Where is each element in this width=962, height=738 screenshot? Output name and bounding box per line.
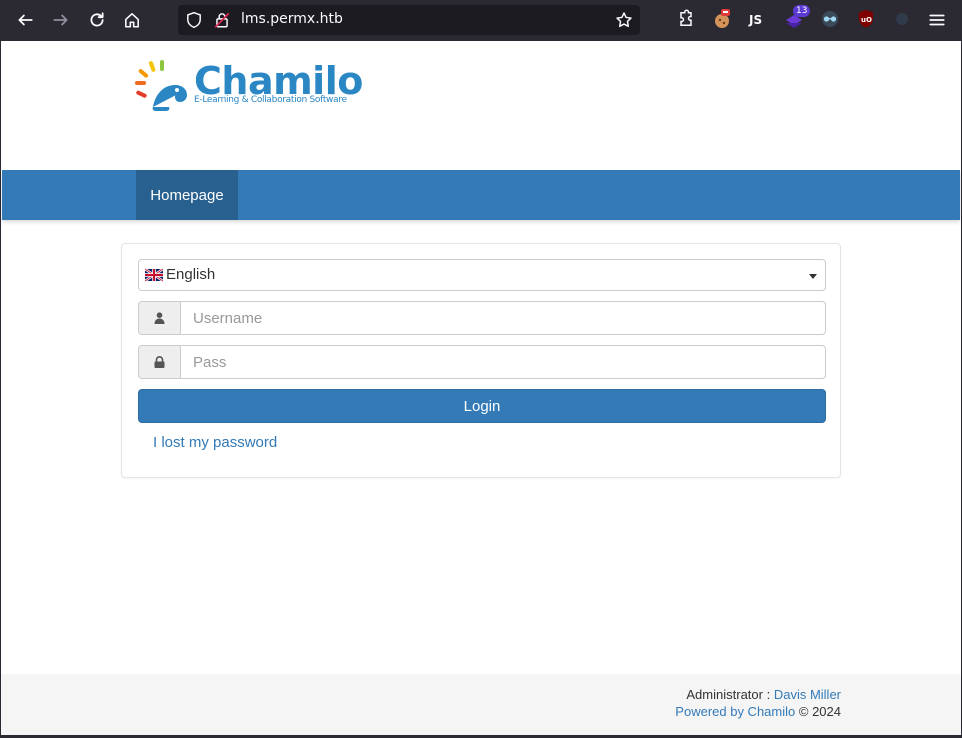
lock-icon (138, 345, 181, 379)
user-icon (138, 301, 181, 335)
url-text[interactable]: lms.permx.htb (241, 11, 343, 27)
bookmark-star-icon[interactable] (615, 11, 633, 29)
extensions-icon[interactable] (676, 9, 696, 29)
forward-icon[interactable] (49, 8, 73, 32)
admin-name-link[interactable]: Davis Miller (774, 687, 841, 702)
svg-text:JS: JS (748, 13, 762, 27)
url-bar[interactable]: lms.permx.htb (178, 5, 640, 35)
lost-password-link[interactable]: I lost my password (153, 434, 277, 451)
nav-homepage[interactable]: Homepage (136, 170, 238, 220)
footer-powered-line: Powered by Chamilo © 2024 (675, 704, 841, 719)
password-input[interactable] (180, 345, 826, 379)
password-group (138, 345, 826, 379)
footer-admin-line: Administrator : Davis Miller (686, 687, 841, 702)
ublock-extension-icon[interactable]: uO (856, 9, 876, 29)
svg-text:uO: uO (861, 16, 872, 24)
reload-icon[interactable] (85, 8, 109, 32)
footer: Administrator : Davis Miller Powered by … (1, 674, 961, 735)
menu-icon[interactable] (925, 8, 949, 32)
home-icon[interactable] (120, 8, 144, 32)
chameleon-logo-icon (135, 60, 187, 111)
js-extension-icon[interactable]: JS (748, 9, 768, 29)
lock-icon[interactable] (213, 11, 231, 29)
uk-flag-icon (145, 268, 163, 282)
page-content: Chamilo E-Learning & Collaboration Softw… (1, 41, 961, 735)
logo-tagline: E-Learning & Collaboration Software (194, 95, 347, 105)
language-selected-value: English (166, 266, 216, 283)
spy-extension-icon[interactable] (820, 9, 840, 29)
main-navbar: Homepage (2, 170, 960, 220)
wappalyzer-extension-icon[interactable]: 13 (784, 5, 811, 29)
username-group (138, 301, 826, 335)
powered-by-link[interactable]: Powered by Chamilo (675, 704, 795, 719)
login-button[interactable]: Login (138, 389, 826, 423)
back-icon[interactable] (13, 8, 37, 32)
username-input[interactable] (180, 301, 826, 335)
cookie-extension-icon[interactable] (712, 9, 732, 29)
copyright-text: © 2024 (798, 704, 841, 719)
extension-placeholder-icon[interactable] (892, 9, 912, 29)
chamilo-logo[interactable]: Chamilo E-Learning & Collaboration Softw… (133, 59, 363, 115)
shield-icon[interactable] (185, 11, 203, 29)
chevron-down-icon (809, 274, 817, 279)
extension-badge: 13 (793, 5, 811, 17)
admin-label: Administrator : (686, 687, 771, 702)
browser-toolbar: lms.permx.htb JS 13 uO (0, 0, 962, 41)
login-panel: English Login I lost my password (121, 243, 841, 478)
language-select[interactable]: English (138, 259, 826, 291)
